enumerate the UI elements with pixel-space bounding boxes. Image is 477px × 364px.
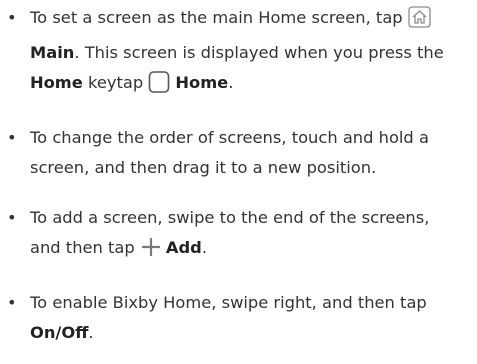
item-text: To add a screen, swipe to the end of the… [30, 208, 430, 257]
item-text: keytap [88, 73, 144, 92]
item-text: To enable Bixby Home, swipe right, and t… [30, 293, 427, 312]
bullet: • [7, 8, 17, 27]
plus-icon [140, 236, 162, 268]
home-key-label: Home [30, 73, 83, 92]
add-label: Add [165, 238, 202, 257]
item-text: . [228, 73, 234, 92]
list-item: • To enable Bixby Home, swipe right, and… [0, 288, 477, 348]
item-text: To set a screen as the main Home screen,… [30, 8, 403, 27]
bullet: • [7, 208, 17, 227]
bullet: • [7, 128, 17, 147]
main-label: Main [30, 43, 75, 62]
instruction-list: • To set a screen as the main Home scree… [0, 3, 477, 348]
home-label: Home [175, 73, 229, 92]
list-item: • To change the order of screens, touch … [0, 123, 477, 183]
list-item: • To add a screen, swipe to the end of t… [0, 203, 477, 268]
item-text: . [201, 238, 208, 257]
list-item: • To set a screen as the main Home scree… [0, 3, 477, 103]
bullet: • [7, 293, 17, 312]
on-off-label: On/Off [30, 323, 89, 342]
item-text: . This screen is displayed when you pres… [74, 43, 444, 62]
home-icon [408, 6, 431, 38]
home-key-icon [148, 71, 171, 103]
item-text: To change the order of screens, touch an… [30, 128, 429, 177]
item-text: . [88, 323, 94, 342]
